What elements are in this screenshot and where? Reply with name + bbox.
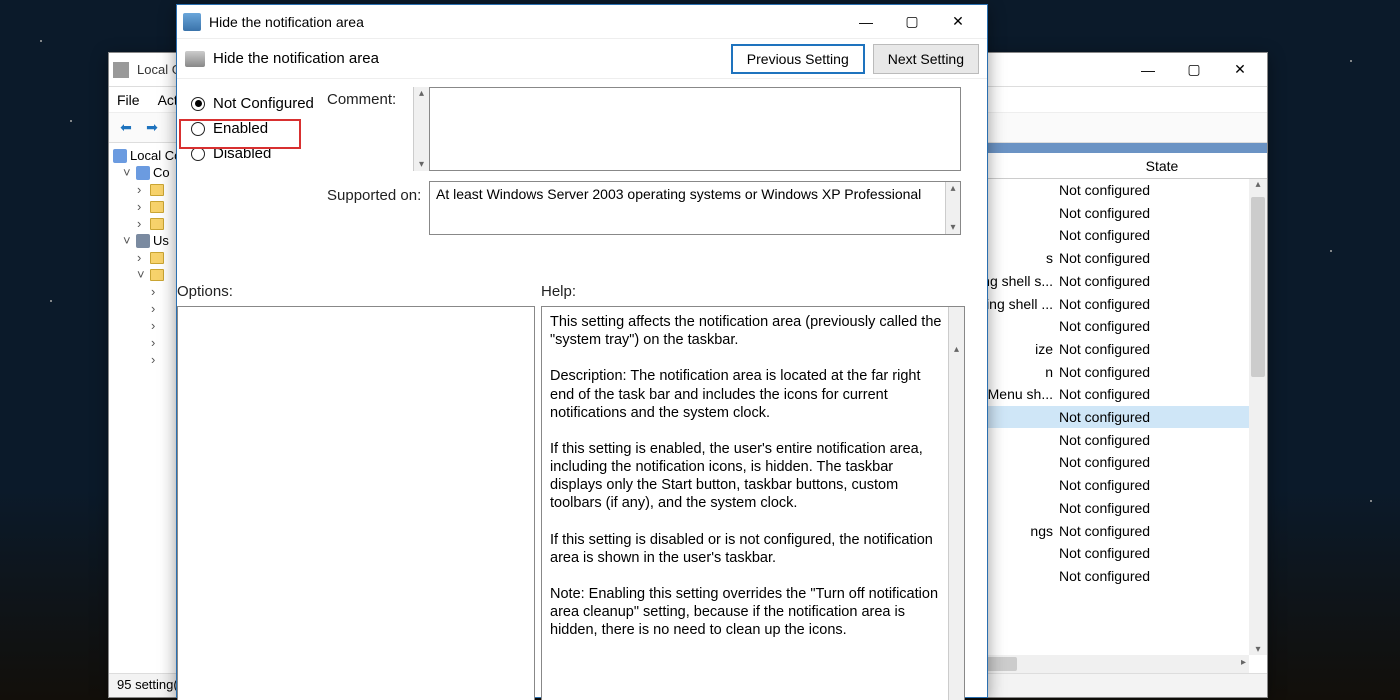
column-header-state[interactable]: State xyxy=(1077,158,1247,174)
vertical-scrollbar[interactable] xyxy=(1249,179,1267,655)
state-cell: Not configured xyxy=(1059,454,1229,470)
supported-field-container: At least Windows Server 2003 operating s… xyxy=(429,181,961,235)
policy-dialog-icon xyxy=(183,13,201,31)
folder-icon xyxy=(150,218,164,230)
folder-icon xyxy=(150,201,164,213)
dialog-subheader: Hide the notification area Previous Sett… xyxy=(177,39,987,79)
radio-icon xyxy=(191,97,205,111)
radio-icon xyxy=(191,122,205,136)
state-cell: Not configured xyxy=(1059,205,1229,221)
close-button[interactable]: ✕ xyxy=(935,7,981,37)
state-cell: Not configured xyxy=(1059,568,1229,584)
options-box xyxy=(177,306,535,700)
policy-dialog: Hide the notification area — ▢ ✕ Hide th… xyxy=(176,4,988,698)
supported-on-text: At least Windows Server 2003 operating s… xyxy=(429,181,961,235)
star-decoration xyxy=(70,120,72,122)
options-label: Options: xyxy=(177,283,535,300)
state-cell: Not configured xyxy=(1059,545,1229,561)
options-section: Options: xyxy=(177,283,535,700)
expander-icon: ˅ xyxy=(137,267,147,282)
maximize-button[interactable]: ▢ xyxy=(889,7,935,37)
minimize-button[interactable]: — xyxy=(843,7,889,37)
dialog-title: Hide the notification area xyxy=(209,14,843,30)
scrollbar-thumb[interactable] xyxy=(1251,197,1265,377)
state-cell: Not configured xyxy=(1059,341,1229,357)
help-scrollbar[interactable]: ▴ xyxy=(948,307,964,700)
state-cell: Not configured xyxy=(1059,318,1229,334)
star-decoration xyxy=(50,300,52,302)
expander-icon: ˅ xyxy=(123,165,133,180)
minimize-button[interactable]: — xyxy=(1125,55,1171,85)
radio-icon xyxy=(191,147,205,161)
state-cell: Not configured xyxy=(1059,432,1229,448)
star-decoration xyxy=(1330,250,1332,252)
comment-scrollbar[interactable]: ▴ ▾ xyxy=(413,87,429,171)
previous-setting-button[interactable]: Previous Setting xyxy=(731,44,865,74)
help-label: Help: xyxy=(541,283,965,300)
computer-icon xyxy=(136,166,150,180)
setting-name: Hide the notification area xyxy=(213,50,723,67)
expander-icon: ˅ xyxy=(123,233,133,248)
supported-scrollbar[interactable]: ▴ ▾ xyxy=(945,182,960,234)
folder-icon xyxy=(150,269,164,281)
help-textbox[interactable]: This setting affects the notification ar… xyxy=(541,306,965,700)
state-cell: Not configured xyxy=(1059,477,1229,493)
folder-icon xyxy=(150,252,164,264)
state-cell: Not configured xyxy=(1059,409,1229,425)
comment-label: Comment: xyxy=(327,91,396,108)
maximize-button[interactable]: ▢ xyxy=(1171,55,1217,85)
supported-label: Supported on: xyxy=(327,187,421,204)
policy-icon xyxy=(113,149,127,163)
state-cell: Not configured xyxy=(1059,364,1229,380)
state-cell: Not configured xyxy=(1059,296,1229,312)
star-decoration xyxy=(1370,500,1372,502)
star-decoration xyxy=(40,40,42,42)
forward-arrow-icon[interactable]: ➡ xyxy=(141,117,163,139)
close-button[interactable]: ✕ xyxy=(1217,55,1263,85)
radio-not-configured[interactable]: Not Configured xyxy=(185,91,325,116)
state-cell: Not configured xyxy=(1059,250,1229,266)
help-section: Help: This setting affects the notificat… xyxy=(541,283,965,700)
next-setting-button[interactable]: Next Setting xyxy=(873,44,979,74)
back-arrow-icon[interactable]: ⬅ xyxy=(115,117,137,139)
state-cell: Not configured xyxy=(1059,182,1229,198)
state-radio-group: Not Configured Enabled Disabled xyxy=(185,91,325,166)
dialog-titlebar[interactable]: Hide the notification area — ▢ ✕ xyxy=(177,5,987,39)
folder-icon xyxy=(150,184,164,196)
setting-icon xyxy=(185,51,205,67)
gp-app-icon xyxy=(113,62,129,78)
state-cell: Not configured xyxy=(1059,500,1229,516)
radio-disabled[interactable]: Disabled xyxy=(185,141,325,166)
state-cell: Not configured xyxy=(1059,273,1229,289)
star-decoration xyxy=(1350,60,1352,62)
user-icon xyxy=(136,234,150,248)
state-cell: Not configured xyxy=(1059,523,1229,539)
comment-textarea[interactable] xyxy=(429,87,961,171)
state-cell: Not configured xyxy=(1059,227,1229,243)
state-cell: Not configured xyxy=(1059,386,1229,402)
radio-enabled[interactable]: Enabled xyxy=(185,116,325,141)
menu-file[interactable]: File xyxy=(117,92,140,108)
